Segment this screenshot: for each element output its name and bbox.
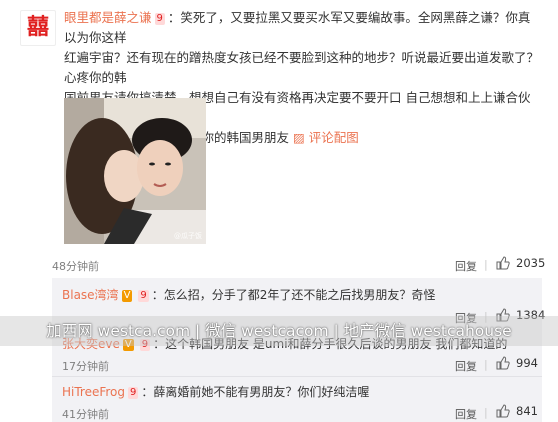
comment-line-2: 红遍宇宙？还有现在的蹭热度女孩已经不要脸到这种的地步？听说最近要出道发歌了？心疼… xyxy=(64,50,540,85)
reply-content: HiTreeFrog 9 ：薛离婚前她不能有男朋友？你们好纯洁喔 xyxy=(62,385,370,399)
like-count: 994 xyxy=(516,356,538,370)
action-separator: | xyxy=(484,358,488,371)
photo-watermark: @瓜子饭 xyxy=(174,232,202,240)
double-happiness-avatar-icon: 囍 xyxy=(26,15,49,40)
like-button[interactable]: 2035 xyxy=(496,256,545,270)
member-level-badge[interactable]: 9 xyxy=(138,290,149,302)
reply-button[interactable]: 回复 xyxy=(455,358,477,374)
commenter-avatar[interactable]: 囍 xyxy=(20,10,56,46)
member-level-badge[interactable]: 9 xyxy=(128,387,139,399)
reply-timestamp: 41分钟前 xyxy=(62,408,109,421)
reply-username[interactable]: Blase湾湾 xyxy=(62,288,119,302)
site-watermark-text: 加西网 westca.com | 微信 westcacom | 地产微信 wes… xyxy=(46,322,512,340)
like-button[interactable]: 841 xyxy=(496,404,538,418)
commenter-username[interactable]: 眼里都是薛之谦 xyxy=(64,10,152,25)
action-separator: | xyxy=(484,406,488,419)
comment-attached-photo[interactable]: @瓜子饭 xyxy=(64,98,206,244)
thumbs-up-icon xyxy=(496,404,510,418)
comment-image-link-label: 评论配图 xyxy=(308,130,359,145)
main-comment-meta: 48分钟前 回复 | 2035 xyxy=(52,256,545,274)
reply-text: 薛离婚前她不能有男朋友？你们好纯洁喔 xyxy=(153,385,370,399)
reply-text: 怎么招，分手了都2年了还不能之后找男朋友？奇怪 xyxy=(163,288,436,302)
photo-illustration xyxy=(64,98,206,244)
weibo-comment-thread: 囍 眼里都是薛之谦 9 ：笑死了，又要拉黑又要买水军又要编故事。全网黑薛之谦？你真以… xyxy=(0,0,558,422)
verified-badge[interactable]: V xyxy=(121,290,133,302)
reply-button[interactable]: 回复 xyxy=(455,406,477,422)
reply-list: Blase湾湾 V 9 ：怎么招，分手了都2年了还不能之后找男朋友？奇怪 回复 | 1… xyxy=(52,278,545,422)
reply-timestamp: 17分钟前 xyxy=(62,360,109,373)
like-count: 841 xyxy=(516,404,538,418)
reply-content: Blase湾湾 V 9 ：怎么招，分手了都2年了还不能之后找男朋友？奇怪 xyxy=(62,288,436,302)
member-level-badge[interactable]: 9 xyxy=(154,13,165,25)
action-separator: | xyxy=(484,258,488,271)
reply-divider xyxy=(52,376,542,377)
site-watermark-band: 加西网 westca.com | 微信 westcacom | 地产微信 wes… xyxy=(0,316,558,346)
thumbs-up-icon xyxy=(496,356,510,370)
like-button[interactable]: 994 xyxy=(496,356,538,370)
like-count: 2035 xyxy=(516,256,546,270)
image-icon: ▨ xyxy=(293,130,305,145)
comment-image-link[interactable]: ▨ 评论配图 xyxy=(293,130,359,145)
comment-timestamp: 48分钟前 xyxy=(52,260,99,273)
reply-button[interactable]: 回复 xyxy=(455,258,477,274)
thumbs-up-icon xyxy=(496,256,510,270)
reply-username[interactable]: HiTreeFrog xyxy=(62,385,125,399)
